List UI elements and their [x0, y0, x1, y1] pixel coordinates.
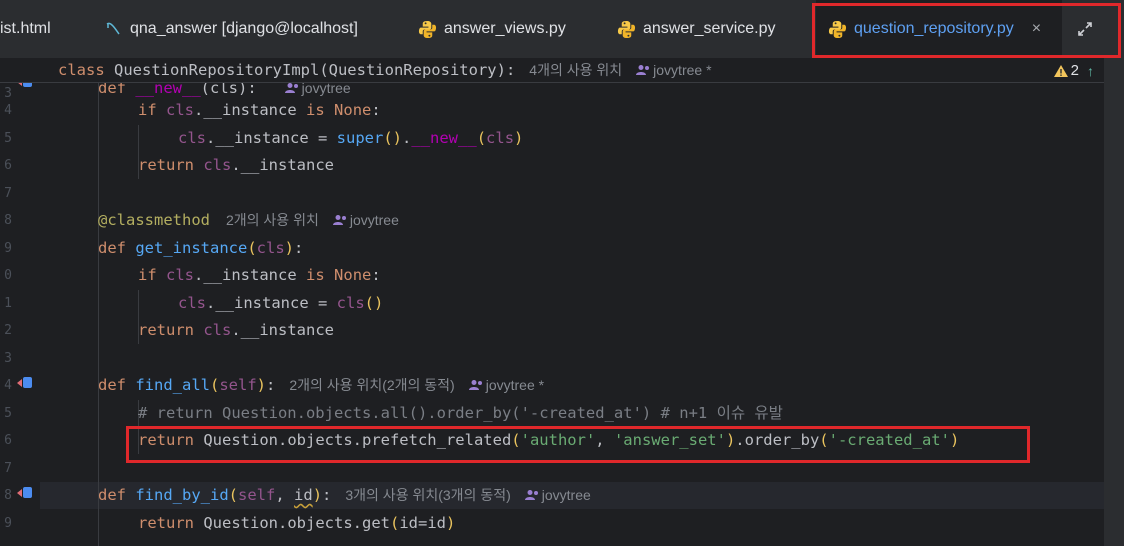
code-line[interactable]: cls.__instance = super().__new__(cls)	[178, 125, 523, 152]
user-icon	[332, 215, 346, 225]
code-line[interactable]: cls.__instance = cls()	[178, 290, 383, 317]
tab-question-repository[interactable]: question_repository.py ×	[816, 0, 1062, 58]
tab-label: answer_service.py	[643, 20, 776, 37]
python-file-icon	[617, 20, 636, 38]
database-console-icon	[106, 22, 120, 35]
tab-answer-service[interactable]: answer_service.py	[617, 0, 807, 58]
line-number: 9	[4, 516, 12, 531]
line-number: 9	[4, 241, 12, 256]
python-file-icon	[828, 20, 847, 38]
close-tab-icon[interactable]: ×	[1032, 20, 1041, 38]
line-number: 3	[4, 351, 12, 366]
line-number: 3	[4, 86, 12, 101]
indent-guide	[98, 83, 99, 546]
user-icon	[524, 490, 538, 500]
line-number: 8	[4, 213, 12, 228]
inspection-warnings-widget[interactable]: 2 ↑	[1053, 62, 1094, 79]
line-number: 0	[4, 268, 12, 283]
line-number: 2	[4, 323, 12, 338]
tab-label: question_repository.py	[854, 20, 1014, 37]
code-line[interactable]: @classmethod 2개의 사용 위치 jovytree	[98, 207, 399, 234]
code-line: class QuestionRepositoryImpl(QuestionRep…	[58, 61, 712, 79]
code-line[interactable]: # return Question.objects.all().order_by…	[138, 400, 783, 427]
override-marker-icon[interactable]	[16, 486, 34, 500]
code-line[interactable]: def get_instance(cls):	[98, 235, 303, 262]
code-line[interactable]: if cls.__instance is None:	[138, 262, 381, 289]
tab-label: ist.html	[0, 20, 51, 37]
tab-answer-views[interactable]: answer_views.py	[418, 0, 593, 58]
line-number: 7	[4, 461, 12, 476]
python-file-icon	[418, 20, 437, 38]
code-line[interactable]: return Question.objects.prefetch_related…	[138, 427, 959, 454]
editor-tab-bar: ist.html qna_answer [django@localhost] a…	[0, 0, 1124, 58]
line-number: 1	[4, 296, 12, 311]
line-number: 7	[4, 186, 12, 201]
line-number: 4	[4, 378, 12, 393]
code-line[interactable]: return cls.__instance	[138, 317, 334, 344]
tab-label: answer_views.py	[444, 20, 566, 37]
line-number: 8	[4, 488, 12, 503]
code-line[interactable]: def find_all(self): 2개의 사용 위치(2개의 동적) jovy…	[98, 372, 544, 399]
code-line[interactable]: return Question.objects.get(id=id)	[138, 510, 455, 537]
line-number: 5	[4, 131, 12, 146]
user-icon	[468, 380, 482, 390]
vertical-scrollbar[interactable]	[1104, 58, 1124, 546]
code-line[interactable]: return cls.__instance	[138, 152, 334, 179]
sticky-class-header[interactable]: class QuestionRepositoryImpl(QuestionRep…	[0, 58, 1104, 83]
warning-icon	[1053, 64, 1068, 77]
tab-qna-answer-console[interactable]: qna_answer [django@localhost]	[104, 0, 394, 58]
code-editor[interactable]: 0 3 4 5 6 7 8 9 0 1 2 3 4 5 6 7 8 9 def …	[0, 58, 1104, 546]
navigate-up-icon[interactable]: ↑	[1087, 63, 1094, 79]
line-number: 6	[4, 433, 12, 448]
expand-editor-icon[interactable]	[1068, 14, 1102, 44]
line-number: 4	[4, 103, 12, 118]
line-number: 5	[4, 406, 12, 421]
line-number: 6	[4, 158, 12, 173]
tab-list-html[interactable]: ist.html	[0, 0, 72, 58]
warning-count: 2	[1070, 62, 1079, 79]
code-line[interactable]: def find_by_id(self, id): 3개의 사용 위치(3개의 동…	[98, 482, 591, 509]
line-number-gutter: 0 3 4 5 6 7 8 9 0 1 2 3 4 5 6 7 8 9	[0, 58, 40, 546]
user-icon	[636, 65, 650, 75]
override-marker-icon[interactable]	[16, 376, 34, 390]
code-line[interactable]: if cls.__instance is None:	[138, 97, 381, 124]
tab-label: qna_answer [django@localhost]	[130, 20, 358, 37]
